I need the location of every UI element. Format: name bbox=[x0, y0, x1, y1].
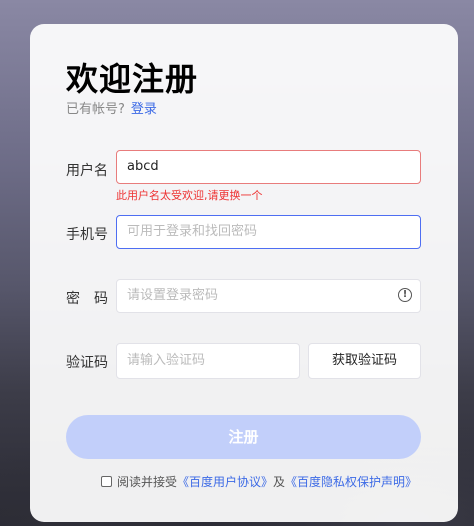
phone-input[interactable]: 可用于登录和找回密码 bbox=[116, 215, 421, 249]
username-label: 用户名 bbox=[66, 163, 108, 179]
agreement-and: 及 bbox=[273, 475, 286, 489]
register-card: 欢迎注册 已有帐号? 登录 用户名 abcd 此用户名太受欢迎,请更换一个 手机号… bbox=[30, 24, 458, 522]
verify-code-input[interactable]: 请输入验证码 bbox=[116, 343, 300, 379]
username-error: 此用户名太受欢迎,请更换一个 bbox=[116, 189, 263, 202]
page-title: 欢迎注册 bbox=[66, 60, 199, 98]
privacy-policy-link[interactable]: 《百度隐私权保护声明》 bbox=[285, 473, 417, 490]
get-code-button[interactable]: 获取验证码 bbox=[308, 343, 421, 379]
agreement-row: 阅读并接受 《百度用户协议》 及 《百度隐私权保护声明》 bbox=[101, 473, 417, 490]
password-input[interactable]: 请设置登录密码 ! bbox=[116, 279, 421, 313]
agreement-checkbox[interactable] bbox=[101, 476, 112, 487]
password-label: 密 码 bbox=[66, 291, 108, 307]
login-link[interactable]: 登录 bbox=[131, 102, 157, 117]
phone-label: 手机号 bbox=[66, 227, 108, 243]
user-agreement-link[interactable]: 《百度用户协议》 bbox=[177, 473, 273, 490]
verify-code-label: 验证码 bbox=[66, 355, 108, 371]
has-account-text: 已有帐号? bbox=[66, 102, 125, 117]
agreement-prefix: 阅读并接受 bbox=[117, 475, 178, 489]
info-circle-icon[interactable]: ! bbox=[398, 288, 412, 302]
login-prompt: 已有帐号? 登录 bbox=[66, 98, 157, 117]
password-placeholder: 请设置登录密码 bbox=[127, 288, 219, 303]
register-button[interactable]: 注册 bbox=[66, 415, 421, 459]
username-input[interactable]: abcd bbox=[116, 150, 421, 184]
